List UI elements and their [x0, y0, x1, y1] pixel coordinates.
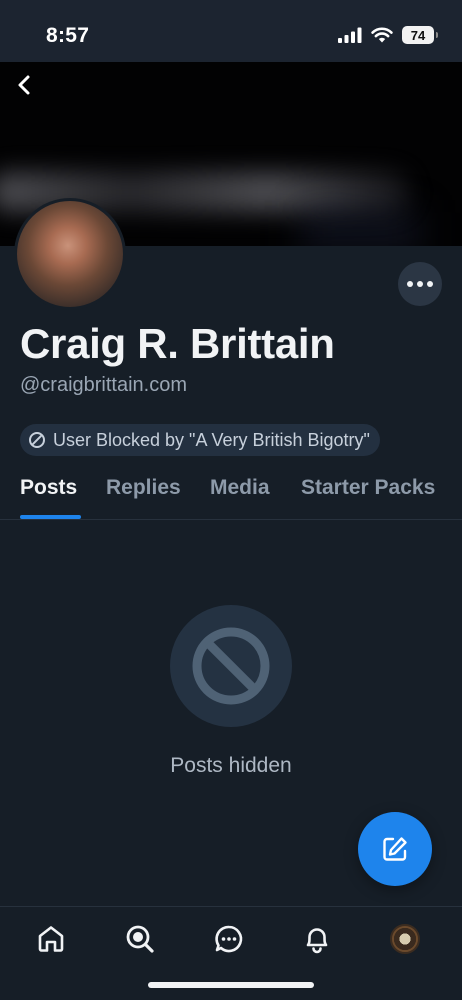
battery-indicator: 74: [402, 26, 438, 44]
tab-replies[interactable]: Replies: [106, 476, 181, 500]
posts-hidden-icon: [170, 605, 292, 727]
home-icon: [38, 926, 64, 952]
banner-blurred-accent: [300, 212, 420, 246]
more-dot: [427, 281, 433, 287]
wifi-icon: [371, 27, 393, 43]
blocked-notice-badge[interactable]: User Blocked by "A Very British Bigotry": [20, 424, 380, 456]
active-tab-indicator: [20, 515, 81, 519]
block-icon: [192, 627, 270, 705]
chat-icon: [215, 925, 243, 953]
profile-avatar[interactable]: [14, 198, 126, 310]
tab-starter-packs[interactable]: Starter Packs: [301, 476, 435, 500]
signal-icon: [338, 27, 362, 43]
profile-avatar: [390, 924, 420, 954]
nav-chat[interactable]: [211, 921, 247, 957]
profile-handle: @craigbrittain.com: [20, 374, 188, 396]
blocked-notice-text: User Blocked by "A Very British Bigotry": [53, 429, 370, 450]
status-time: 8:57: [46, 24, 90, 47]
nav-notifications[interactable]: [299, 921, 335, 957]
more-dot: [417, 281, 423, 287]
tab-posts[interactable]: Posts: [20, 476, 77, 500]
back-button[interactable]: [10, 70, 38, 100]
nav-home[interactable]: [33, 921, 69, 957]
home-indicator: [148, 982, 314, 988]
nav-profile[interactable]: [387, 921, 423, 957]
tab-media[interactable]: Media: [210, 476, 270, 500]
compose-button[interactable]: [358, 812, 432, 886]
more-options-button[interactable]: [398, 262, 442, 306]
status-icons: 74: [338, 26, 438, 44]
profile-tabs: Posts Replies Media Starter Packs: [0, 470, 462, 520]
nav-search[interactable]: [122, 921, 158, 957]
compose-icon: [383, 837, 407, 861]
posts-hidden-message: Posts hidden: [170, 754, 292, 777]
more-horizontal-icon: [407, 281, 413, 287]
display-name: Craig R. Brittain: [20, 320, 335, 367]
chevron-left-icon: [18, 75, 30, 95]
search-icon: [126, 925, 154, 953]
bell-icon: [306, 928, 328, 954]
block-icon: [29, 432, 45, 448]
status-bar: 8:57 74: [0, 0, 462, 62]
